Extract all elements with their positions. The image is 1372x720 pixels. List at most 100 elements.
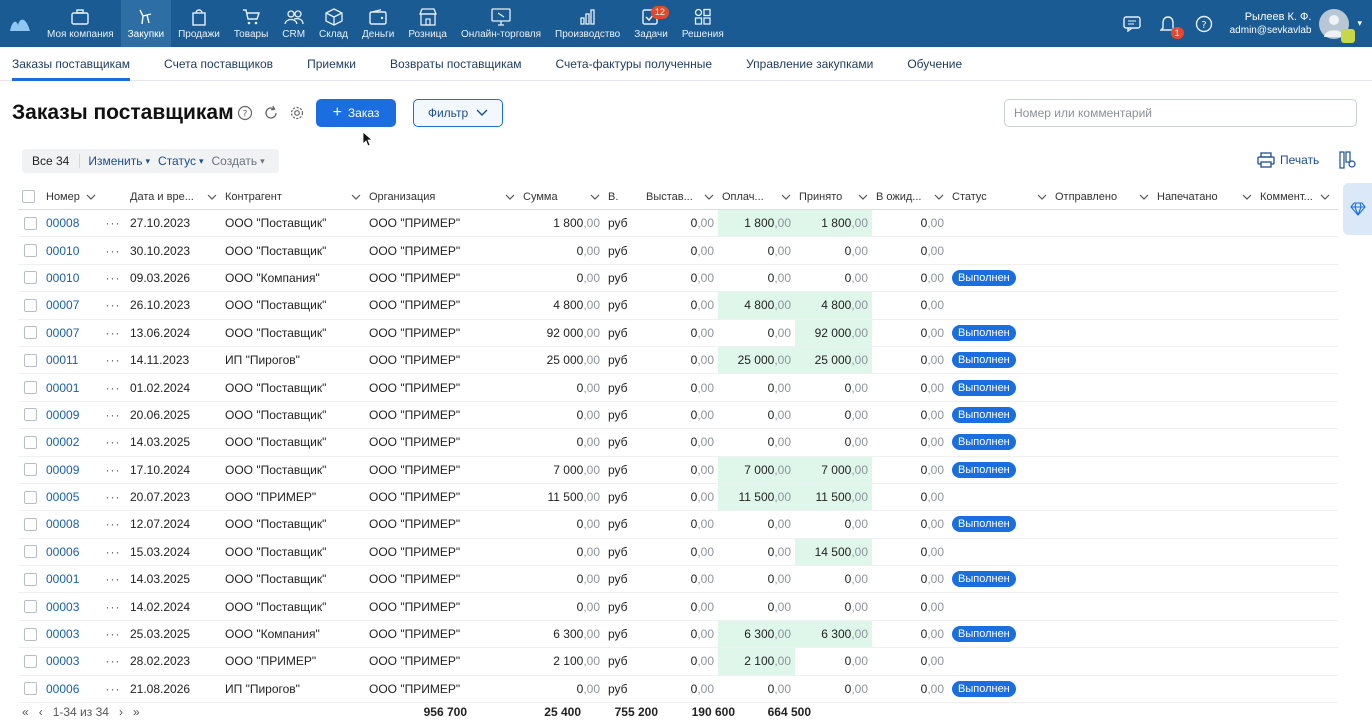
avatar[interactable] xyxy=(1319,8,1356,43)
table-row[interactable]: 00009 ··· 17.10.2024 ООО "Поставщик" ООО "ПР… xyxy=(18,456,1338,484)
status-badge[interactable]: Выполнен xyxy=(952,571,1016,588)
more-actions-icon[interactable]: ··· xyxy=(100,320,126,346)
column-header-0[interactable]: Номер xyxy=(42,184,100,209)
nav-item-1[interactable]: Закупки xyxy=(120,0,172,47)
table-row[interactable]: 00010 ··· 09.03.2026 ООО "Компания" ООО "ПРИ… xyxy=(18,265,1338,293)
row-checkbox[interactable] xyxy=(18,676,42,702)
refresh-icon[interactable] xyxy=(262,104,280,122)
order-number-link[interactable]: 00001 xyxy=(42,566,100,592)
order-number-link[interactable]: 00009 xyxy=(42,457,100,483)
nav-item-8[interactable]: Онлайн-торговля xyxy=(454,0,548,47)
status-badge[interactable]: Выполнен xyxy=(952,379,1016,396)
table-row[interactable]: 00005 ··· 20.07.2023 ООО "ПРИМЕР" ООО "ПРИМЕ… xyxy=(18,483,1338,512)
nav-item-2[interactable]: Продажи xyxy=(171,0,227,47)
row-checkbox[interactable] xyxy=(18,374,42,400)
more-actions-icon[interactable]: ··· xyxy=(100,648,126,674)
row-checkbox[interactable] xyxy=(18,621,42,647)
table-row[interactable]: 00003 ··· 28.02.2023 ООО "ПРИМЕР" ООО "ПРИМЕ… xyxy=(18,648,1338,676)
order-number-link[interactable]: 00003 xyxy=(42,648,100,674)
more-actions-icon[interactable]: ··· xyxy=(100,676,126,702)
table-row[interactable]: 00011 ··· 14.11.2023 ИП "Пирогов" ООО "ПРИМЕ… xyxy=(18,346,1338,375)
subtab-6[interactable]: Обучение xyxy=(907,47,962,81)
app-logo[interactable] xyxy=(0,0,40,47)
more-actions-icon[interactable]: ··· xyxy=(100,593,126,619)
row-checkbox[interactable] xyxy=(18,484,42,510)
table-row[interactable]: 00010 ··· 30.10.2023 ООО "Поставщик" ООО "ПР… xyxy=(18,237,1338,265)
nav-item-7[interactable]: Розница xyxy=(401,0,454,47)
nav-item-4[interactable]: CRM xyxy=(275,0,312,47)
row-checkbox[interactable] xyxy=(18,457,42,483)
column-header-13[interactable]: Коммент... xyxy=(1256,184,1334,209)
order-number-link[interactable]: 00011 xyxy=(42,347,100,373)
column-settings-icon[interactable] xyxy=(1339,151,1357,172)
select-all-checkbox[interactable] xyxy=(18,184,42,209)
order-number-link[interactable]: 00008 xyxy=(42,210,100,236)
column-header-9[interactable]: В ожид... xyxy=(872,184,948,209)
table-row[interactable]: 00003 ··· 25.03.2025 ООО "Компания" ООО "ПРИ… xyxy=(18,620,1338,649)
more-actions-icon[interactable]: ··· xyxy=(100,402,126,428)
filter-button[interactable]: Фильтр xyxy=(413,99,503,127)
column-header-11[interactable]: Отправлено xyxy=(1051,184,1153,209)
more-actions-icon[interactable]: ··· xyxy=(100,265,126,291)
status-badge[interactable]: Выполнен xyxy=(952,269,1016,286)
first-page-icon[interactable]: « xyxy=(22,705,29,719)
diamond-icon[interactable] xyxy=(1343,183,1372,235)
more-actions-icon[interactable]: ··· xyxy=(100,210,126,236)
row-checkbox[interactable] xyxy=(18,539,42,565)
row-checkbox[interactable] xyxy=(18,402,42,428)
user-info[interactable]: Рылеев К. Ф. admin@sevkavlab xyxy=(1230,11,1312,37)
status-badge[interactable]: Выполнен xyxy=(952,434,1016,451)
column-header-7[interactable]: Оплач... xyxy=(718,184,795,209)
more-actions-icon[interactable]: ··· xyxy=(100,484,126,510)
subtab-5[interactable]: Управление закупками xyxy=(746,47,873,81)
order-number-link[interactable]: 00002 xyxy=(42,429,100,455)
table-row[interactable]: 00007 ··· 26.10.2023 ООО "Поставщик" ООО "ПР… xyxy=(18,292,1338,320)
subtab-3[interactable]: Возвраты поставщикам xyxy=(390,47,522,81)
order-number-link[interactable]: 00007 xyxy=(42,292,100,318)
row-checkbox[interactable] xyxy=(18,320,42,346)
order-number-link[interactable]: 00006 xyxy=(42,539,100,565)
table-row[interactable]: 00001 ··· 14.03.2025 ООО "Поставщик" ООО "ПР… xyxy=(18,566,1338,594)
more-actions-icon[interactable]: ··· xyxy=(100,347,126,373)
all-count[interactable]: Все 34 xyxy=(32,154,81,168)
table-row[interactable]: 00006 ··· 21.08.2026 ИП "Пирогов" ООО "ПРИМЕ… xyxy=(18,676,1338,704)
table-row[interactable]: 00008 ··· 12.07.2024 ООО "Поставщик" ООО "ПР… xyxy=(18,511,1338,539)
more-actions-icon[interactable]: ··· xyxy=(100,566,126,592)
order-number-link[interactable]: 00008 xyxy=(42,511,100,537)
table-row[interactable]: 00002 ··· 14.03.2025 ООО "Поставщик" ООО "ПР… xyxy=(18,429,1338,457)
table-row[interactable]: 00006 ··· 15.03.2024 ООО "Поставщик" ООО "ПР… xyxy=(18,538,1338,567)
subtab-4[interactable]: Счета-фактуры полученные xyxy=(556,47,713,81)
next-page-icon[interactable]: › xyxy=(119,705,123,719)
nav-item-9[interactable]: Производство xyxy=(548,0,627,47)
order-number-link[interactable]: 00010 xyxy=(42,265,100,291)
more-actions-icon[interactable]: ··· xyxy=(100,374,126,400)
subtab-2[interactable]: Приемки xyxy=(307,47,356,81)
row-checkbox[interactable] xyxy=(18,292,42,318)
nav-item-10[interactable]: Задачи 12 xyxy=(627,0,675,47)
last-page-icon[interactable]: » xyxy=(133,705,140,719)
order-number-link[interactable]: 00006 xyxy=(42,676,100,702)
status-badge[interactable]: Выполнен xyxy=(952,461,1016,478)
more-actions-icon[interactable]: ··· xyxy=(100,292,126,318)
order-number-link[interactable]: 00003 xyxy=(42,621,100,647)
gear-icon[interactable] xyxy=(288,104,306,122)
help-icon[interactable]: ? xyxy=(1186,15,1222,33)
nav-item-0[interactable]: Моя компания xyxy=(40,0,121,47)
status-dropdown[interactable]: Статус ▾ xyxy=(158,154,203,168)
table-row[interactable]: 00008 ··· 27.10.2023 ООО "Поставщик" ООО "ПР… xyxy=(18,210,1338,238)
more-actions-icon[interactable]: ··· xyxy=(100,511,126,537)
help-circle-icon[interactable]: ? xyxy=(236,104,254,122)
row-checkbox[interactable] xyxy=(18,566,42,592)
status-badge[interactable]: Выполнен xyxy=(952,406,1016,423)
chevron-down-icon[interactable]: ▾ xyxy=(1357,18,1362,29)
order-number-link[interactable]: 00007 xyxy=(42,320,100,346)
subtab-1[interactable]: Счета поставщиков xyxy=(164,47,273,81)
edit-dropdown[interactable]: Изменить ▾ xyxy=(88,154,150,168)
row-checkbox[interactable] xyxy=(18,429,42,455)
table-row[interactable]: 00007 ··· 13.06.2024 ООО "Поставщик" ООО "ПР… xyxy=(18,319,1338,347)
more-actions-icon[interactable]: ··· xyxy=(100,237,126,263)
search-input[interactable]: Номер или комментарий xyxy=(1004,99,1357,127)
subtab-0[interactable]: Заказы поставщикам xyxy=(12,47,131,81)
column-header-6[interactable]: Выстав... xyxy=(642,184,718,209)
nav-item-5[interactable]: Склад xyxy=(312,0,355,47)
